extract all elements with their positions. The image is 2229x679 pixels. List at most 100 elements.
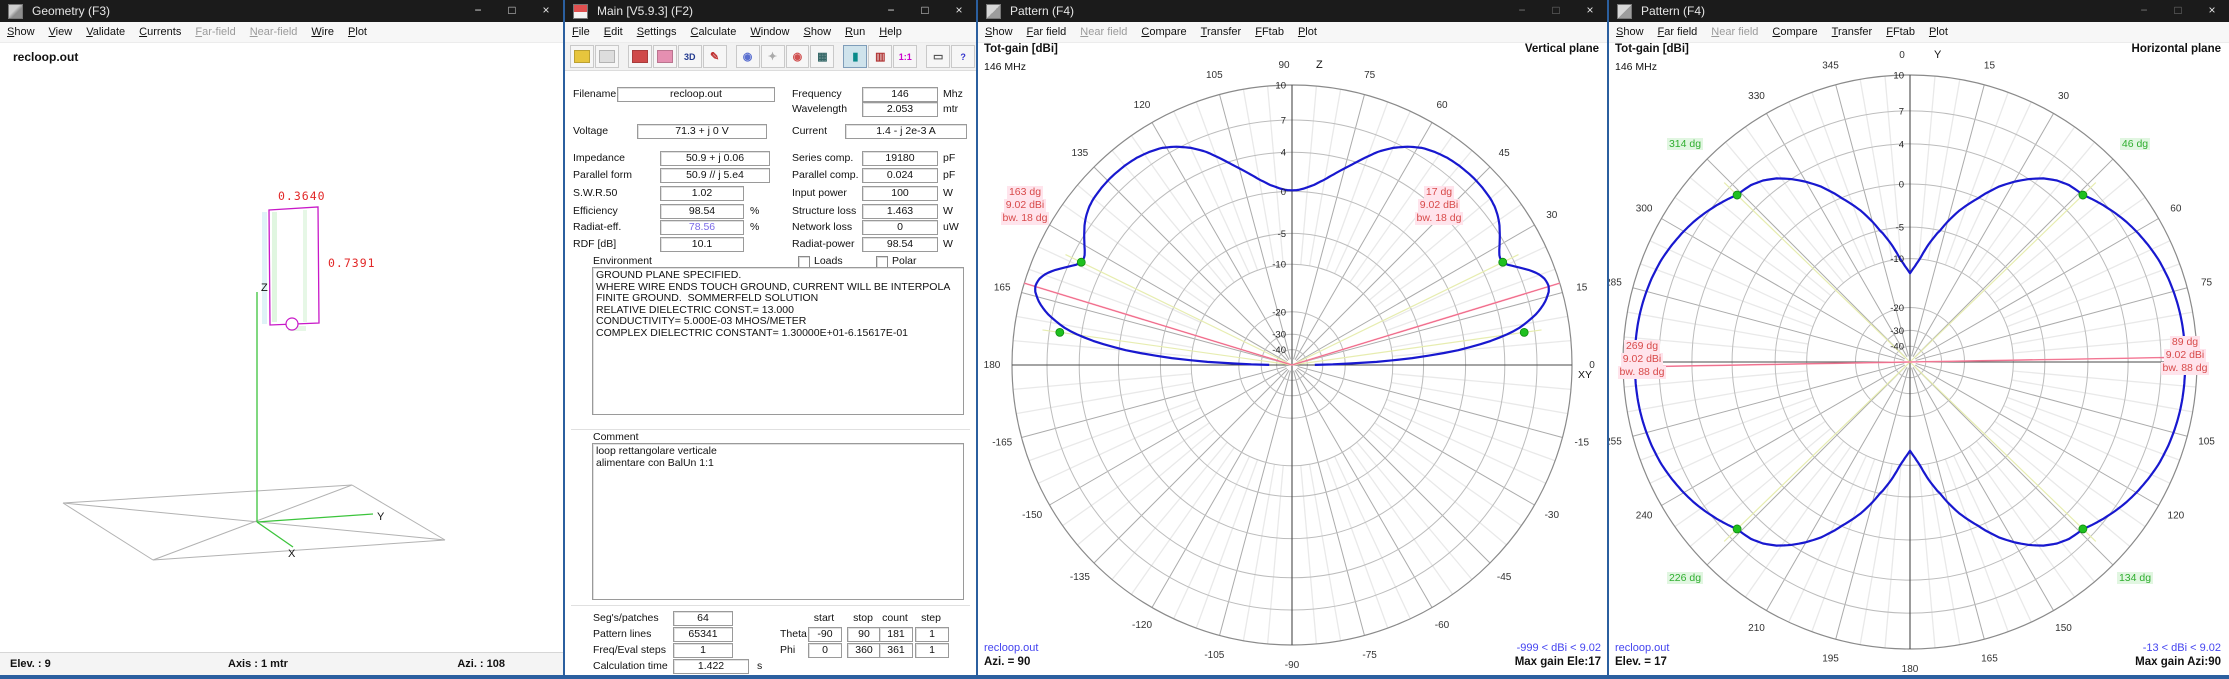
structure-loss-unit: W bbox=[943, 205, 953, 217]
frequency-field[interactable]: 146 bbox=[862, 87, 938, 102]
series-comp-field[interactable]: 19180 bbox=[862, 151, 938, 166]
structure-loss-field[interactable]: 1.463 bbox=[862, 204, 938, 219]
azimuth-cut-label: Azi. = 90 bbox=[984, 656, 1030, 668]
menu-window[interactable]: Window bbox=[743, 24, 796, 40]
vertical-pattern-plot[interactable]: 10740-5-10-20-30-409075604530150-15-30-4… bbox=[978, 0, 1607, 675]
network-loss-unit: uW bbox=[943, 221, 959, 233]
minimize-button[interactable]: − bbox=[874, 0, 908, 22]
printer-icon[interactable]: ▭ bbox=[926, 45, 950, 68]
main-toolbar: 3D✎◉✦◉▦▮▥1:1▭? bbox=[565, 43, 976, 71]
phi-start-field[interactable]: 0 bbox=[808, 643, 842, 658]
3d-viewer-icon[interactable]: 3D bbox=[678, 45, 702, 68]
impedance-field[interactable]: 50.9 + j 0.06 bbox=[660, 151, 770, 166]
rdf-db-field[interactable]: 10.1 bbox=[660, 237, 744, 252]
maximize-button[interactable]: □ bbox=[908, 0, 942, 22]
wavelength-field[interactable]: 2.053 bbox=[862, 102, 938, 117]
angle-label: 255 bbox=[1609, 436, 1622, 447]
axis-label-z: Z bbox=[261, 282, 268, 294]
angle-label: 165 bbox=[994, 282, 1011, 293]
gain-ring-label: -40 bbox=[1272, 345, 1286, 356]
phi-count-field[interactable]: 361 bbox=[879, 643, 913, 658]
smith-chart-icon[interactable]: ◉ bbox=[786, 45, 810, 68]
desktop: XYZ Geometry (F3) − □ × ShowViewValidate… bbox=[0, 0, 2229, 679]
currents-icon[interactable] bbox=[653, 45, 677, 68]
beamwidth-marker-dot bbox=[2079, 525, 2087, 533]
geometry-canvas[interactable]: XYZ bbox=[0, 0, 563, 675]
radiat-eff-field[interactable]: 78.56 bbox=[660, 220, 744, 235]
voltage-label: Voltage bbox=[573, 125, 608, 137]
gain-range-label: -13 < dBi < 9.02 bbox=[2143, 642, 2221, 654]
phi-step-field[interactable]: 1 bbox=[915, 643, 949, 658]
input-power-field[interactable]: 100 bbox=[862, 186, 938, 201]
help-icon[interactable]: ? bbox=[951, 45, 975, 68]
copy-icon[interactable] bbox=[595, 45, 619, 68]
main-titlebar[interactable]: Main [V5.9.3] (F2) − □ × bbox=[565, 0, 976, 22]
gain-ring-label: -5 bbox=[1278, 229, 1286, 240]
copy-icon bbox=[599, 50, 615, 63]
menu-edit[interactable]: Edit bbox=[597, 24, 630, 40]
antenna-icon[interactable] bbox=[628, 45, 652, 68]
menu-run[interactable]: Run bbox=[838, 24, 872, 40]
menu-help[interactable]: Help bbox=[872, 24, 909, 40]
theta-count-field[interactable]: 181 bbox=[879, 627, 913, 642]
angle-label: 15 bbox=[1576, 282, 1588, 293]
open-file-icon[interactable] bbox=[570, 45, 594, 68]
plot-file-label: recloop.out bbox=[984, 642, 1038, 654]
menu-file[interactable]: File bbox=[565, 24, 597, 40]
efficiency-field[interactable]: 98.54 bbox=[660, 204, 744, 219]
calculation-time-field[interactable]: 1.422 bbox=[673, 659, 749, 674]
axis-tag: Z bbox=[1316, 59, 1323, 71]
globe-icon[interactable]: ◉ bbox=[736, 45, 760, 68]
parallel-comp-label: Parallel comp. bbox=[792, 169, 859, 181]
gain-ring-label: 4 bbox=[1281, 148, 1286, 159]
pattern-lines-field[interactable]: 65341 bbox=[673, 627, 733, 642]
menu-calculate[interactable]: Calculate bbox=[683, 24, 743, 40]
voltage-field[interactable]: 71.3 + j 0 V bbox=[637, 124, 767, 139]
plot-plane-label: Vertical plane bbox=[1525, 43, 1599, 55]
line-chart-icon[interactable]: ▥ bbox=[868, 45, 892, 68]
scale-1to1-icon[interactable]: 1:1 bbox=[893, 45, 917, 68]
angle-label: 300 bbox=[1636, 204, 1653, 215]
far-field-pattern-icon[interactable]: ▮ bbox=[843, 45, 867, 68]
angle-label: -150 bbox=[1022, 510, 1042, 521]
axis-tag: XY bbox=[1578, 369, 1592, 381]
plot-file-label: recloop.out bbox=[1615, 642, 1669, 654]
beamwidth-edge-label: 314 dg bbox=[1661, 138, 1709, 150]
radiat-power-field[interactable]: 98.54 bbox=[862, 237, 938, 252]
gain-ring-label: -30 bbox=[1272, 330, 1286, 341]
current-field[interactable]: 1.4 - j 2e-3 A bbox=[845, 124, 967, 139]
theta-stop-field[interactable]: 90 bbox=[847, 627, 881, 642]
gain-ring-label: -40 bbox=[1890, 342, 1904, 353]
radiat-power-label: Radiat-power bbox=[792, 238, 854, 250]
menu-settings[interactable]: Settings bbox=[630, 24, 684, 40]
angle-label: 210 bbox=[1748, 623, 1765, 634]
comment-textarea[interactable]: loop rettangolare verticale alimentare c… bbox=[592, 443, 964, 600]
theta-start-field[interactable]: -90 bbox=[808, 627, 842, 642]
angle-label: 15 bbox=[1984, 60, 1996, 71]
gain-table-icon[interactable]: ▦ bbox=[810, 45, 834, 68]
freq-eval-steps-field[interactable]: 1 bbox=[673, 643, 733, 658]
angle-label: 30 bbox=[2058, 91, 2070, 102]
comment-text: loop rettangolare verticale alimentare c… bbox=[593, 444, 963, 471]
parallel-form-field[interactable]: 50.9 // j 5.e4 bbox=[660, 168, 770, 183]
elevation-status: Elev. : 9 bbox=[10, 658, 51, 670]
beamwidth-marker-dot bbox=[1520, 328, 1528, 336]
filename-field[interactable]: recloop.out bbox=[617, 87, 775, 102]
network-loss-field[interactable]: 0 bbox=[862, 220, 938, 235]
environment-textarea[interactable]: GROUND PLANE SPECIFIED. WHERE WIRE ENDS … bbox=[592, 267, 964, 415]
frequency-label: Frequency bbox=[792, 88, 842, 100]
s-w-r-50-field[interactable]: 1.02 bbox=[660, 186, 744, 201]
max-gain-annotation-right: 17 dg9.02 dBibw. 18 dg bbox=[1402, 186, 1476, 225]
comment-label: Comment bbox=[593, 431, 639, 443]
theta-step-field[interactable]: 1 bbox=[915, 627, 949, 642]
angle-label: -90 bbox=[1285, 660, 1300, 671]
menu-show[interactable]: Show bbox=[797, 24, 839, 40]
gain-ring-label: -10 bbox=[1890, 254, 1904, 265]
nec-editor-icon[interactable]: ✎ bbox=[703, 45, 727, 68]
close-button[interactable]: × bbox=[942, 0, 976, 22]
beamwidth-marker-dot bbox=[1733, 525, 1741, 533]
seg-s-patches-field[interactable]: 64 bbox=[673, 611, 733, 626]
phi-stop-field[interactable]: 360 bbox=[847, 643, 881, 658]
geometry-file-label: recloop.out bbox=[13, 50, 78, 64]
parallel-comp-field[interactable]: 0.024 bbox=[862, 168, 938, 183]
